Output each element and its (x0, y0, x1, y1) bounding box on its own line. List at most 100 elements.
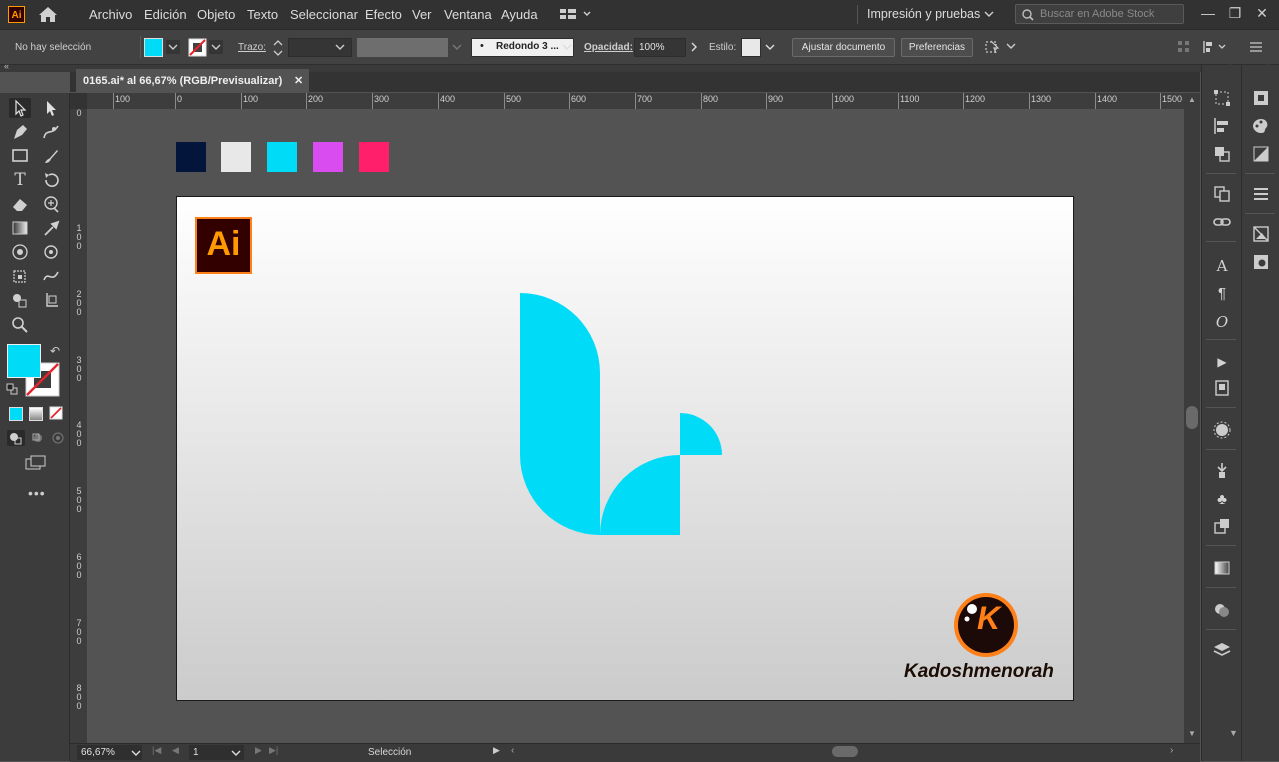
scroll-left-icon[interactable]: ‹ (511, 745, 514, 756)
stroke-dropdown-icon[interactable] (209, 40, 223, 54)
type-tool-icon[interactable]: T (9, 170, 31, 190)
opacity-field[interactable]: 100% (634, 38, 686, 57)
chevron-down-icon[interactable] (984, 11, 994, 18)
horizontal-scroll-thumb[interactable] (832, 746, 858, 757)
draw-inside-icon[interactable] (49, 430, 67, 446)
brush-definition-dropdown[interactable]: • Redondo 3 ... (471, 38, 574, 57)
canvas-area[interactable]: Ai K Kadoshmenorah (88, 110, 1184, 743)
last-artboard-icon[interactable]: ▶| (269, 745, 278, 756)
none-mode-icon[interactable] (49, 406, 63, 420)
free-transform-tool-icon[interactable] (9, 266, 31, 286)
vertical-scroll-thumb[interactable] (1186, 406, 1198, 429)
quick-actions-icon[interactable] (983, 38, 1017, 56)
chevron-down-icon[interactable] (764, 41, 776, 53)
menu-ventana[interactable]: Ventana (444, 7, 492, 22)
fill-dropdown-icon[interactable] (166, 40, 180, 54)
shape-builder-tool-icon[interactable] (9, 290, 31, 310)
close-tab-icon[interactable]: ✕ (294, 70, 303, 92)
transform-panel-icon[interactable] (1211, 89, 1233, 111)
zoom-tool-icon[interactable] (9, 314, 31, 334)
menu-seleccionar[interactable]: Seleccionar (290, 7, 358, 22)
stroke-none-swatch[interactable] (188, 38, 207, 57)
edit-toolbar-icon[interactable]: ••• (28, 485, 46, 501)
swatches-panel-icon[interactable] (1250, 145, 1272, 167)
fill-color-box[interactable] (7, 344, 41, 378)
eraser-tool-icon[interactable] (9, 194, 31, 214)
opentype-panel-icon[interactable]: O (1211, 311, 1233, 333)
align-panel-icon[interactable] (1211, 117, 1233, 139)
color-mode-icon[interactable] (9, 407, 23, 421)
ruler-origin[interactable] (70, 93, 87, 109)
artboard-tool-icon[interactable] (40, 290, 62, 310)
character-panel-icon[interactable]: A (1211, 255, 1233, 277)
swatch-purple[interactable] (313, 142, 343, 172)
restore-icon[interactable]: ❐ (1225, 3, 1245, 23)
menu-edicion[interactable]: Edición (144, 7, 187, 22)
gradient-panel-icon[interactable] (1211, 559, 1233, 581)
minimize-icon[interactable]: — (1198, 3, 1218, 23)
artboard[interactable]: Ai K Kadoshmenorah (176, 196, 1074, 701)
preferences-button[interactable]: Preferencias (901, 38, 973, 57)
symbol-sprayer-tool-icon[interactable] (40, 242, 62, 262)
graph-tool-icon[interactable] (40, 266, 62, 286)
align-options-icon[interactable] (1202, 39, 1228, 55)
collapse-left-icon[interactable]: « (4, 61, 9, 71)
close-window-icon[interactable]: ✕ (1252, 3, 1272, 23)
image-trace-icon[interactable] (1250, 225, 1272, 247)
scroll-up-icon[interactable]: ▲ (1188, 95, 1196, 104)
links-panel-icon[interactable] (1211, 213, 1233, 235)
draw-normal-icon[interactable] (7, 430, 25, 446)
menu-ver[interactable]: Ver (412, 7, 432, 22)
swatch-pink[interactable] (359, 142, 389, 172)
chevron-right-icon[interactable] (689, 41, 699, 53)
rotate-tool-icon[interactable] (40, 170, 62, 190)
menu-archivo[interactable]: Archivo (89, 7, 132, 22)
scroll-down-icon[interactable]: ▼ (1188, 729, 1196, 738)
swatch-navy[interactable] (176, 142, 206, 172)
next-artboard-icon[interactable]: ▶ (255, 745, 262, 756)
menu-efecto[interactable]: Efecto (365, 7, 402, 22)
gradient-mode-icon[interactable] (29, 407, 43, 421)
graphic-style-swatch[interactable] (741, 38, 761, 57)
first-artboard-icon[interactable]: |◀ (152, 745, 161, 756)
fill-color-swatch[interactable] (144, 38, 163, 57)
rectangle-tool-icon[interactable] (9, 146, 31, 166)
draw-behind-icon[interactable] (29, 430, 47, 446)
workspace-switcher[interactable]: Impresión y pruebas (867, 7, 980, 21)
opacity-label[interactable]: Opacidad: (584, 42, 633, 53)
eyedropper-tool-icon[interactable] (40, 218, 62, 238)
pathfinder-panel-icon[interactable] (1211, 145, 1233, 167)
menu-texto[interactable]: Texto (247, 7, 278, 22)
panel-menu-icon[interactable] (1249, 41, 1263, 53)
asset-export-icon[interactable] (1250, 253, 1272, 275)
swap-colors-icon[interactable]: ↶ (50, 344, 60, 358)
paintbrush-tool-icon[interactable] (40, 146, 62, 166)
scroll-right-icon[interactable]: › (1170, 745, 1173, 756)
home-icon[interactable] (38, 6, 58, 23)
document-info-panel-icon[interactable] (1211, 379, 1233, 401)
blend-tool-icon[interactable] (9, 242, 31, 262)
previous-artboard-icon[interactable]: ◀ (172, 745, 179, 756)
stroke-panel-icon[interactable] (1250, 185, 1272, 207)
leaf-logo-artwork[interactable] (520, 293, 723, 536)
appearance-panel-icon[interactable] (1211, 421, 1233, 443)
transparency-panel-icon[interactable] (1211, 601, 1233, 623)
color-guide-icon[interactable] (1250, 117, 1272, 139)
stroke-weight-stepper[interactable] (271, 38, 285, 58)
graphic-styles-panel-icon[interactable] (1211, 517, 1233, 539)
layers-panel-icon[interactable] (1211, 641, 1233, 663)
document-tab[interactable]: 0165.ai* al 66,67% (RGB/Previsualizar) ✕ (76, 69, 309, 93)
swatch-light-gray[interactable] (221, 142, 251, 172)
chevron-down-icon[interactable] (561, 41, 573, 53)
menu-ayuda[interactable]: Ayuda (501, 7, 538, 22)
symbols-panel-icon[interactable]: ♣ (1211, 489, 1233, 511)
chevron-down-icon[interactable] (131, 748, 141, 758)
chevron-down-icon[interactable] (231, 748, 241, 758)
menu-objeto[interactable]: Objeto (197, 7, 235, 22)
chevron-down-icon[interactable] (334, 41, 346, 53)
status-menu-icon[interactable]: ▶ (493, 745, 500, 756)
selection-tool-icon[interactable] (9, 98, 31, 118)
arrange-documents-icon[interactable] (559, 8, 593, 21)
artboards-panel-icon[interactable] (1211, 185, 1233, 207)
brushes-panel-icon[interactable] (1211, 461, 1233, 483)
